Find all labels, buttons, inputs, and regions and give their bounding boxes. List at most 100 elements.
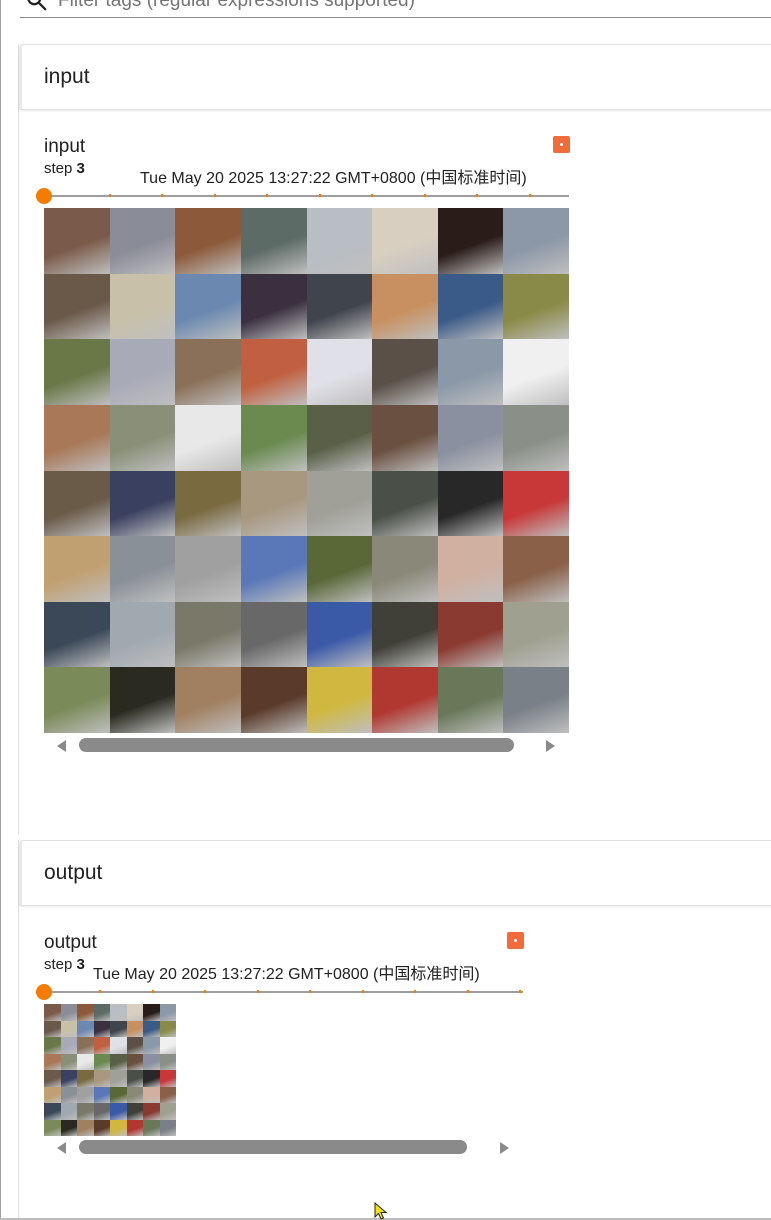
card-step-label: step 3	[44, 956, 85, 973]
image-tile	[110, 1103, 127, 1120]
image-tile	[175, 404, 241, 471]
image-tile	[175, 667, 241, 733]
image-tile	[143, 1020, 160, 1037]
image-tile	[44, 1004, 61, 1021]
image-tile	[503, 536, 569, 602]
image-tile	[306, 667, 373, 733]
image-tile	[503, 667, 569, 733]
image-tile	[110, 1070, 127, 1087]
image-tile	[110, 1020, 127, 1037]
image-tile	[44, 1037, 61, 1054]
image-tile	[143, 1103, 160, 1120]
image-tile	[143, 1004, 160, 1021]
image-tile	[109, 536, 176, 602]
scroll-thumb[interactable]	[79, 1140, 467, 1154]
image-tile	[93, 1070, 110, 1087]
image-tile	[110, 1004, 127, 1021]
scroll-left-arrow[interactable]	[57, 740, 66, 752]
step-slider-knob[interactable]	[36, 984, 52, 1000]
image-tile	[44, 208, 110, 274]
image-tile	[93, 1037, 110, 1054]
image-tile	[143, 1070, 160, 1087]
step-slider[interactable]	[36, 188, 569, 204]
image-tile	[159, 1070, 176, 1087]
image-tile	[44, 339, 110, 405]
image-tile	[110, 1119, 127, 1136]
image-tile	[109, 339, 176, 405]
image-tile	[175, 601, 241, 668]
image-tile	[306, 339, 373, 405]
image-tile	[175, 536, 241, 602]
search-icon	[27, 0, 47, 11]
image-tile	[306, 404, 373, 471]
image-tile	[60, 1020, 77, 1037]
image-tile	[159, 1037, 176, 1054]
run-color-badge[interactable]	[553, 136, 570, 153]
category-header-input[interactable]: input	[19, 44, 771, 110]
image-tile	[60, 1103, 77, 1120]
scroll-left-arrow[interactable]	[57, 1142, 66, 1154]
image-tile	[44, 1086, 61, 1103]
image-card-input: input step 3 Tue May 20 2025 13:27:22 GM…	[36, 136, 604, 766]
image-tile	[110, 1053, 127, 1070]
image-tile	[44, 1103, 61, 1120]
filter-tags-input[interactable]	[56, 0, 760, 16]
image-tile	[159, 1004, 176, 1021]
image-tile	[44, 601, 110, 668]
image-tile	[109, 273, 176, 340]
image-tile	[175, 208, 241, 274]
image-tile	[437, 601, 504, 668]
image-tile	[143, 1119, 160, 1136]
image-tile	[159, 1086, 176, 1103]
category-pane-output: output output step 3 Tue May 20 2025 13:…	[18, 840, 771, 1218]
image-tile	[306, 470, 373, 537]
image-tile	[372, 273, 438, 340]
image-tile	[240, 470, 307, 537]
image-tile	[44, 404, 110, 471]
step-slider-knob[interactable]	[36, 188, 52, 204]
image-tile	[109, 208, 176, 274]
image-tile	[60, 1037, 77, 1054]
run-color-badge[interactable]	[507, 932, 524, 949]
image-tile	[60, 1070, 77, 1087]
image-tile	[126, 1004, 143, 1021]
step-slider[interactable]	[36, 984, 523, 1000]
image-tile	[372, 404, 438, 471]
image-tile	[77, 1119, 94, 1136]
image-tile	[437, 273, 504, 340]
mouse-cursor-icon	[374, 1202, 388, 1220]
image-tile	[60, 1053, 77, 1070]
scroll-right-arrow[interactable]	[546, 740, 555, 752]
category-title: output	[44, 861, 103, 884]
image-tile	[372, 536, 438, 602]
category-header-output[interactable]: output	[19, 840, 771, 906]
image-tile	[126, 1103, 143, 1120]
image-tile	[306, 273, 373, 340]
image-tile	[60, 1119, 77, 1136]
image-tile	[93, 1053, 110, 1070]
image-tile	[159, 1020, 176, 1037]
image-tile	[93, 1020, 110, 1037]
image-tile	[372, 208, 438, 274]
image-tile	[44, 667, 110, 733]
image-tile	[143, 1086, 160, 1103]
image-card-output: output step 3 Tue May 20 2025 13:27:22 G…	[36, 932, 544, 1172]
scroll-right-arrow[interactable]	[500, 1142, 509, 1154]
image-tile	[503, 601, 569, 668]
horizontal-scrollbar[interactable]	[57, 738, 557, 754]
image-tile	[126, 1053, 143, 1070]
horizontal-scrollbar[interactable]	[57, 1140, 512, 1156]
filter-bar	[20, 0, 771, 18]
image-tile	[77, 1037, 94, 1054]
image-tile	[503, 404, 569, 471]
image-tile	[437, 404, 504, 471]
image-tile	[437, 536, 504, 602]
image-tile	[437, 339, 504, 405]
image-tile	[240, 404, 307, 471]
card-tag-label: input	[44, 136, 86, 157]
image-tile	[110, 1037, 127, 1054]
image-tile	[240, 667, 307, 733]
image-tile	[44, 273, 110, 340]
scroll-thumb[interactable]	[79, 738, 514, 752]
image-tile	[175, 470, 241, 537]
